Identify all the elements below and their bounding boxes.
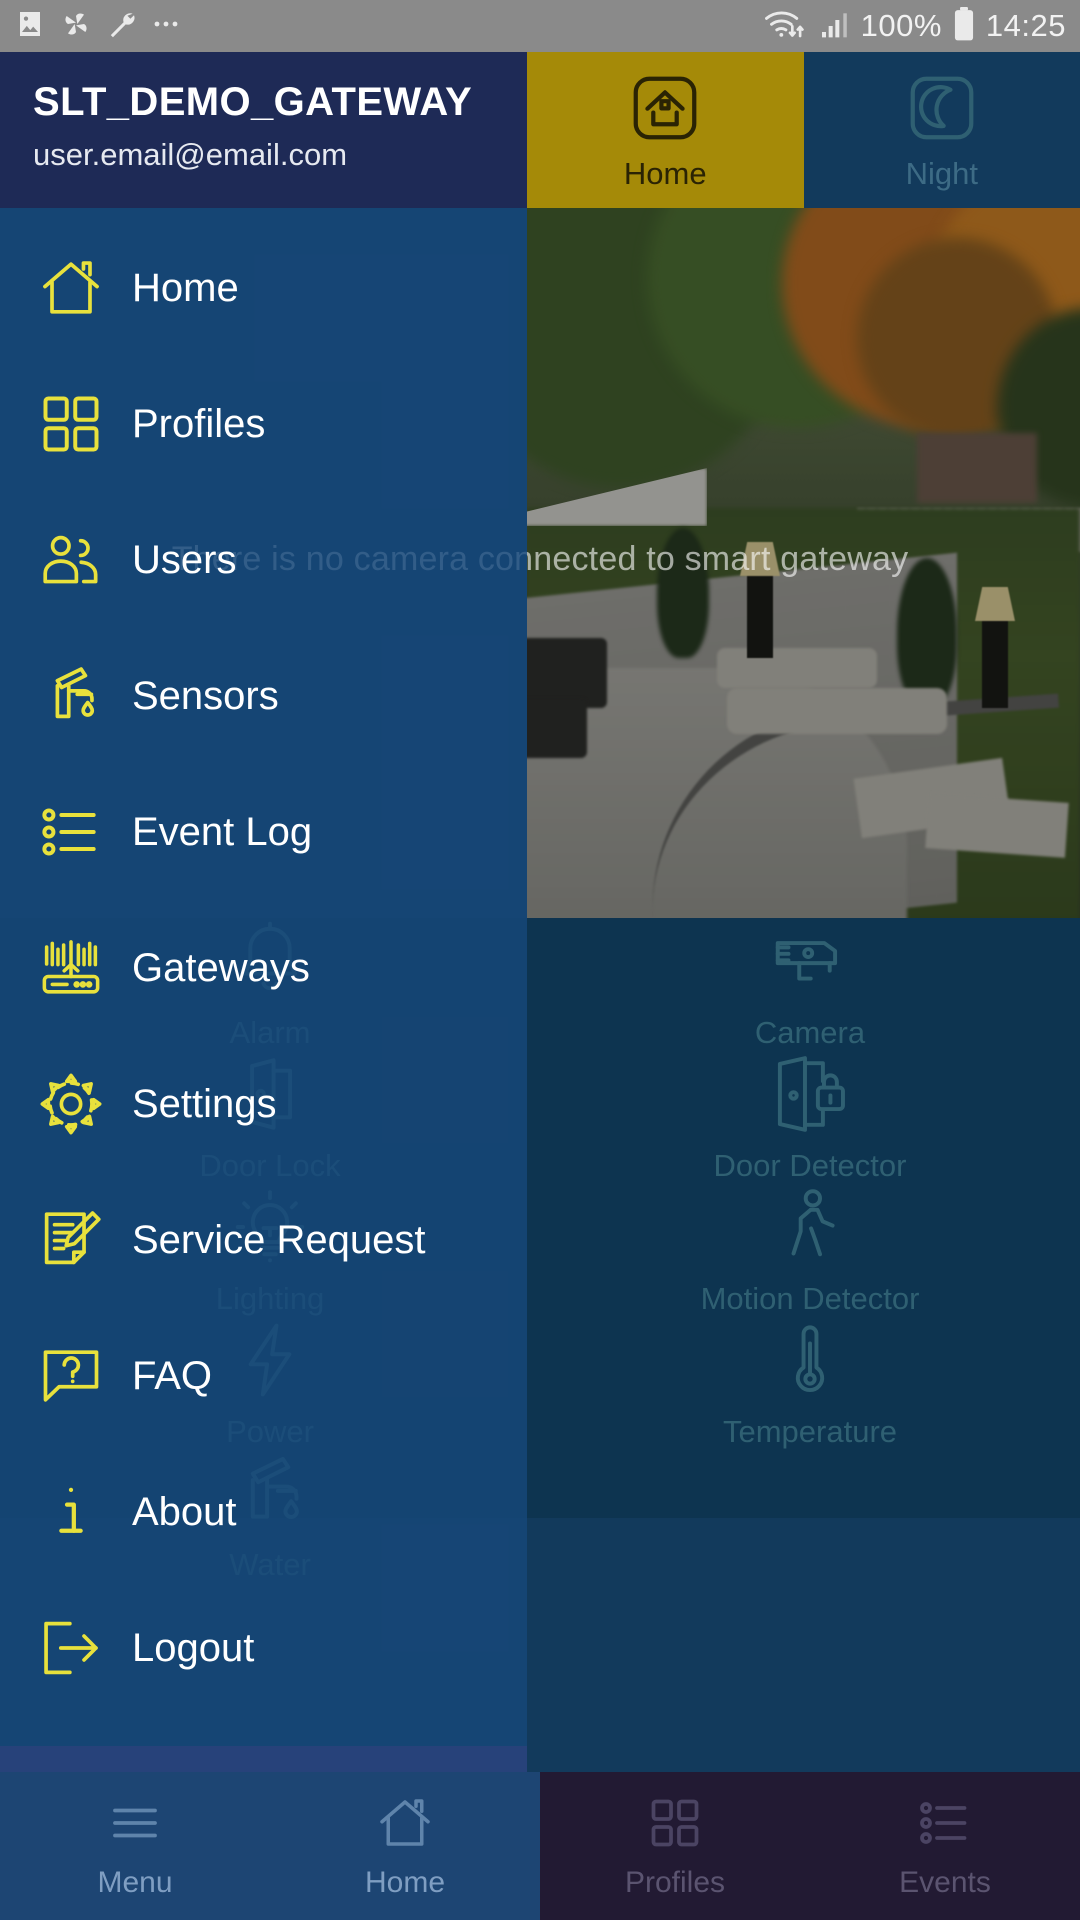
- sidebar-item-service-request[interactable]: Service Request: [0, 1172, 527, 1308]
- device-label: Temperature: [722, 1414, 898, 1449]
- more-icon: [152, 17, 184, 36]
- sidebar-item-label: Logout: [132, 1625, 255, 1670]
- drawer-menu-list: Home Profiles Users Sensors Event Log Ga…: [0, 208, 527, 1716]
- sidebar-item-faq[interactable]: FAQ: [0, 1308, 527, 1444]
- question-bubble-icon: [30, 1342, 112, 1410]
- tab-night[interactable]: Night: [803, 52, 1080, 208]
- sidebar-item-label: Gateways: [132, 945, 310, 990]
- device-tile-camera[interactable]: Camera: [540, 918, 1080, 1051]
- sidebar-item-label: FAQ: [132, 1353, 213, 1398]
- app-screen: Alarm Camera Door Lock: [0, 0, 1080, 1920]
- navigation-drawer: SLT_DEMO_GATEWAY user.email@email.com Ho…: [0, 52, 527, 1812]
- sidebar-item-gateways[interactable]: Gateways: [0, 900, 527, 1036]
- cctv-icon: [767, 918, 853, 1009]
- sidebar-item-label: Event Log: [132, 809, 313, 854]
- sidebar-item-sensors[interactable]: Sensors: [0, 628, 527, 764]
- tab-label: Night: [905, 155, 978, 191]
- drawer-bottom-spacer: [0, 1746, 527, 1772]
- bottom-nav-menu[interactable]: Menu: [0, 1772, 270, 1920]
- device-label: Door Detector: [713, 1148, 907, 1183]
- bottom-nav-label: Menu: [97, 1865, 173, 1899]
- sidebar-item-logout[interactable]: Logout: [0, 1580, 527, 1716]
- sidebar-item-event-log[interactable]: Event Log: [0, 764, 527, 900]
- bottom-nav-label: Profiles: [624, 1865, 726, 1899]
- note-pencil-icon: [30, 1206, 112, 1274]
- sidebar-item-users[interactable]: Users: [0, 492, 527, 628]
- wrench-icon: [106, 8, 138, 45]
- wifi-icon: [763, 6, 807, 47]
- bottom-navigation: Menu Home Profiles Events: [0, 1772, 1080, 1920]
- moon-icon: [903, 69, 981, 152]
- device-tile-motion-detector[interactable]: Motion Detector: [540, 1184, 1080, 1317]
- home-rounded-icon: [626, 69, 704, 152]
- sidebar-item-label: Sensors: [132, 673, 279, 718]
- grid-icon: [30, 390, 112, 458]
- sidebar-item-about[interactable]: About: [0, 1444, 527, 1580]
- signal-icon: [817, 8, 851, 45]
- mode-tabs: Home Night: [527, 52, 1080, 208]
- info-icon: [30, 1478, 112, 1546]
- walking-person-icon: [767, 1184, 853, 1275]
- device-label: Camera: [754, 1015, 866, 1050]
- thermometer-icon: [767, 1317, 853, 1408]
- hamburger-icon: [105, 1793, 165, 1858]
- bottom-nav-label: Home: [364, 1865, 446, 1899]
- gear-icon: [30, 1070, 112, 1138]
- device-label: Motion Detector: [700, 1281, 920, 1316]
- bottom-nav-label: Events: [899, 1865, 991, 1899]
- device-tile-temperature[interactable]: Temperature: [540, 1317, 1080, 1450]
- tab-home[interactable]: Home: [527, 52, 804, 208]
- sidebar-item-label: Settings: [132, 1081, 277, 1126]
- sidebar-item-settings[interactable]: Settings: [0, 1036, 527, 1172]
- sidebar-item-profiles[interactable]: Profiles: [0, 356, 527, 492]
- sidebar-item-label: Home: [132, 265, 239, 310]
- users-icon: [30, 526, 112, 594]
- sidebar-item-label: Service Request: [132, 1217, 426, 1262]
- gateway-title: SLT_DEMO_GATEWAY: [33, 80, 473, 124]
- device-tile-door-detector[interactable]: Door Detector: [540, 1051, 1080, 1184]
- drawer-header: SLT_DEMO_GATEWAY user.email@email.com: [0, 52, 527, 208]
- list-icon: [915, 1793, 975, 1858]
- clock: 14:25: [985, 8, 1066, 43]
- logout-icon: [30, 1614, 112, 1682]
- door-lock-icon: [767, 1051, 853, 1142]
- router-icon: [30, 934, 112, 1002]
- list-icon: [30, 798, 112, 866]
- home-outline-icon: [375, 1793, 435, 1858]
- image-icon: [14, 8, 46, 45]
- sidebar-item-label: Users: [132, 537, 237, 582]
- home-icon: [30, 254, 112, 322]
- pinwheel-icon: [60, 8, 92, 45]
- sidebar-item-label: Profiles: [132, 401, 266, 446]
- faucet-icon: [30, 662, 112, 730]
- battery-icon: [952, 6, 976, 46]
- bottom-nav-events[interactable]: Events: [810, 1772, 1080, 1920]
- user-email: user.email@email.com: [33, 137, 348, 172]
- bottom-nav-home[interactable]: Home: [270, 1772, 540, 1920]
- status-bar: 100% 14:25: [0, 0, 1080, 52]
- grid-icon: [645, 1793, 705, 1858]
- battery-percent: 100%: [860, 8, 942, 43]
- bottom-nav-profiles[interactable]: Profiles: [540, 1772, 810, 1920]
- tab-label: Home: [623, 155, 707, 191]
- sidebar-item-label: About: [132, 1489, 237, 1534]
- sidebar-item-home[interactable]: Home: [0, 220, 527, 356]
